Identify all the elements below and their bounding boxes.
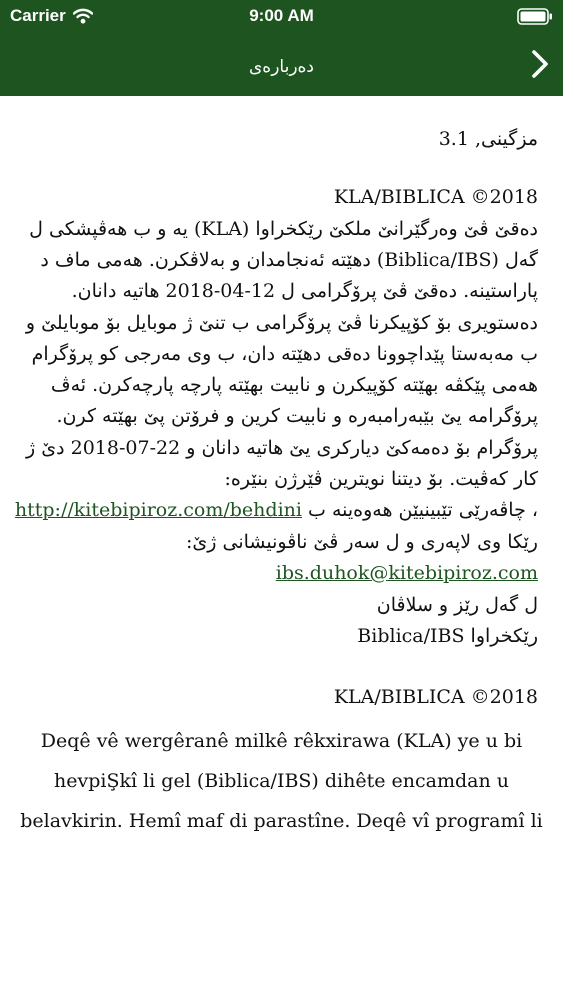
latin-paragraph-line: Deqê vê wergêranê milkê rêkxirawa (KLA) … xyxy=(40,730,523,752)
latin-paragraph-line: belavkirin. Hemî maf di parastîne. Deqê … xyxy=(20,810,543,832)
paragraph-line: ب مەبەستا پێداچوونا دەقی دهێتە دان، ب وی… xyxy=(31,343,538,365)
paragraph-line: گەل (Biblica/IBS) دهێتە ئەنجامدان و بەلا… xyxy=(40,249,538,271)
paragraph-line: کار کەڤیت. بۆ دیتنا نویترین ڤێرژن بنێرە: xyxy=(224,468,538,490)
about-content: مزگینی, 3.1 KLA/BIBLICA ©2018 دەقێ ڤێ وە… xyxy=(0,96,563,1000)
back-button[interactable] xyxy=(525,44,555,84)
status-bar: Carrier 9:00 AM xyxy=(0,0,563,32)
chevron-right-icon xyxy=(532,50,548,78)
paragraph-line: پرۆگرامە یێ بێبەرامبەرە و نابیت کرین و ف… xyxy=(56,405,539,427)
battery-icon xyxy=(517,8,552,25)
paragraph-line: رێکا وی لاپەری و ل سەر ڤێ ناڤونیشانی ژێ: xyxy=(186,531,538,553)
email-line: ibs.duhok@kitebipiroz.com xyxy=(0,558,563,588)
email-link[interactable]: ibs.duhok@kitebipiroz.com xyxy=(276,562,538,584)
version-line: مزگینی, 3.1 xyxy=(438,128,538,150)
paragraph-line: پرۆگرام بۆ دەمەکێ دیارکری یێ هاتیە دانان… xyxy=(26,437,538,459)
status-time: 9:00 AM xyxy=(249,6,314,25)
paragraph-line: هەمی پێکڤە بهێتە کۆپیکرن و نابیت بهێتە پ… xyxy=(50,374,538,396)
feedback-text: ، چاڤەرێی تێبینیێن هەوەینە ب xyxy=(308,499,538,521)
copyright-line: KLA/BIBLICA ©2018 xyxy=(333,686,538,708)
paragraph-line: دەستویری بۆ کۆپیکرنا ڤێ پرۆگرامی ب تنێ ژ… xyxy=(25,312,538,334)
latin-paragraph-line: hevpiŞkî li gel (Biblica/IBS) dihête enc… xyxy=(54,770,509,792)
regards-line: ل گەل رێز و سلاڤان xyxy=(376,594,538,616)
link-line: ، چاڤەرێی تێبینیێن هەوەینە ب http://kite… xyxy=(0,495,563,525)
navigation-header: Carrier 9:00 AM دەربارەی xyxy=(0,0,563,96)
page-title: دەربارەی xyxy=(248,57,315,77)
paragraph-line: دەقێ ڤێ وەرگێرانێ ملکێ رێکخراوا (KLA) یە… xyxy=(29,218,538,240)
signature-line: رێکخراوا Biblica/IBS xyxy=(357,625,538,647)
website-link[interactable]: http://kitebipiroz.com/behdini xyxy=(15,499,302,521)
paragraph-line: پاراستینە. دەقێ ڤێ پرۆگرامی ل 12-04-2018… xyxy=(71,280,538,302)
copyright-line: KLA/BIBLICA ©2018 xyxy=(333,186,538,208)
